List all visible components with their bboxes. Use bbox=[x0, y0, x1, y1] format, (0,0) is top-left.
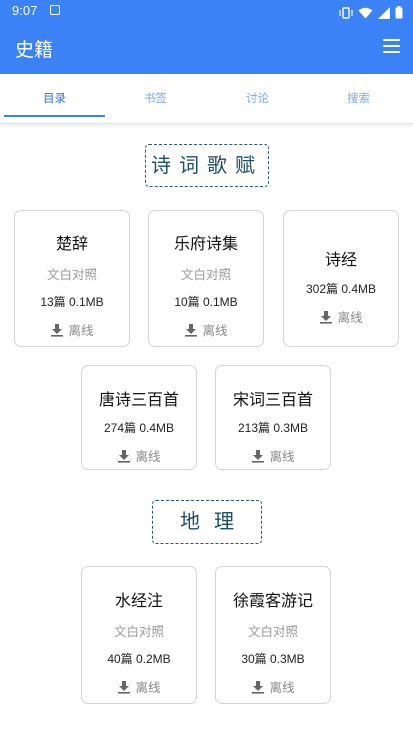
download-icon bbox=[185, 323, 198, 337]
offline-button[interactable]: 离线 bbox=[82, 446, 196, 465]
wifi-icon bbox=[358, 4, 373, 23]
book-card-shijing[interactable]: 诗经 302篇 0.4MB 离线 bbox=[283, 210, 399, 347]
book-meta: 10篇 0.1MB bbox=[174, 295, 238, 309]
download-icon bbox=[118, 680, 131, 694]
offline-label: 离线 bbox=[337, 310, 363, 325]
book-name: 唐诗三百首 bbox=[98, 390, 179, 409]
book-subtitle: 文白对照 bbox=[46, 267, 97, 282]
tab-discussion[interactable]: 讨论 bbox=[206, 74, 309, 122]
book-meta: 30篇 0.3MB bbox=[241, 652, 305, 666]
book-name: 徐霞客游记 bbox=[232, 591, 313, 610]
book-name: 诗经 bbox=[324, 250, 357, 269]
book-card-yuefu[interactable]: 乐府诗集 文白对照 10篇 0.1MB 离线 bbox=[148, 210, 264, 347]
book-meta: 302篇 0.4MB bbox=[305, 282, 377, 296]
book-card-shuijingzhu[interactable]: 水经注 文白对照 40篇 0.2MB 离线 bbox=[81, 566, 197, 704]
status-time: 9:07 bbox=[12, 3, 38, 18]
book-subtitle: 文白对照 bbox=[180, 267, 231, 282]
book-card-songci[interactable]: 宋词三百首 213篇 0.3MB 离线 bbox=[215, 365, 331, 470]
section-title: 地理 bbox=[180, 509, 248, 533]
offline-button[interactable]: 离线 bbox=[216, 677, 330, 696]
download-icon bbox=[252, 449, 265, 463]
tab-bookmarks[interactable]: 书签 bbox=[104, 74, 207, 122]
book-card-chuci[interactable]: 楚辞 文白对照 13篇 0.1MB 离线 bbox=[14, 210, 130, 347]
status-bar: 9:07 bbox=[0, 0, 413, 22]
book-card-tangshi[interactable]: 唐诗三百首 274篇 0.4MB 离线 bbox=[81, 365, 197, 470]
offline-label: 离线 bbox=[269, 449, 295, 464]
offline-button[interactable]: 离线 bbox=[284, 307, 398, 326]
offline-label: 离线 bbox=[68, 323, 94, 338]
book-name: 宋词三百首 bbox=[232, 390, 313, 409]
status-icons bbox=[339, 4, 403, 23]
download-icon bbox=[51, 323, 64, 337]
tab-indicator bbox=[4, 115, 105, 117]
offline-button[interactable]: 离线 bbox=[82, 677, 196, 696]
offline-label: 离线 bbox=[269, 680, 295, 695]
offline-button[interactable]: 离线 bbox=[15, 320, 129, 339]
app-title: 史籍 bbox=[15, 39, 54, 61]
tab-search[interactable]: 搜索 bbox=[307, 74, 410, 122]
section-header-poetry: 诗词歌赋 bbox=[145, 144, 269, 187]
battery-icon bbox=[395, 4, 403, 23]
book-name: 水经注 bbox=[114, 591, 163, 610]
offline-button[interactable]: 离线 bbox=[149, 320, 263, 339]
book-subtitle: 文白对照 bbox=[247, 624, 298, 639]
book-name: 乐府诗集 bbox=[173, 234, 238, 253]
book-meta: 40篇 0.2MB bbox=[107, 652, 171, 666]
book-meta: 13篇 0.1MB bbox=[40, 295, 104, 309]
book-subtitle: 文白对照 bbox=[113, 624, 164, 639]
app-bar: 史籍 bbox=[0, 22, 413, 74]
menu-icon[interactable] bbox=[383, 39, 401, 55]
book-meta: 213篇 0.3MB bbox=[237, 421, 309, 435]
book-meta: 274篇 0.4MB bbox=[103, 421, 175, 435]
download-icon bbox=[320, 310, 333, 324]
book-name: 楚辞 bbox=[55, 234, 88, 253]
vibrate-icon bbox=[339, 4, 353, 23]
notification-icon bbox=[50, 5, 60, 15]
download-icon bbox=[118, 449, 131, 463]
download-icon bbox=[252, 680, 265, 694]
offline-label: 离线 bbox=[202, 323, 228, 338]
offline-button[interactable]: 离线 bbox=[216, 446, 330, 465]
section-header-geography: 地理 bbox=[152, 500, 262, 544]
offline-label: 离线 bbox=[135, 680, 161, 695]
signal-icon bbox=[378, 4, 390, 23]
offline-label: 离线 bbox=[135, 449, 161, 464]
book-card-xuxiake[interactable]: 徐霞客游记 文白对照 30篇 0.3MB 离线 bbox=[215, 566, 331, 704]
section-title: 诗词歌赋 bbox=[151, 153, 263, 177]
